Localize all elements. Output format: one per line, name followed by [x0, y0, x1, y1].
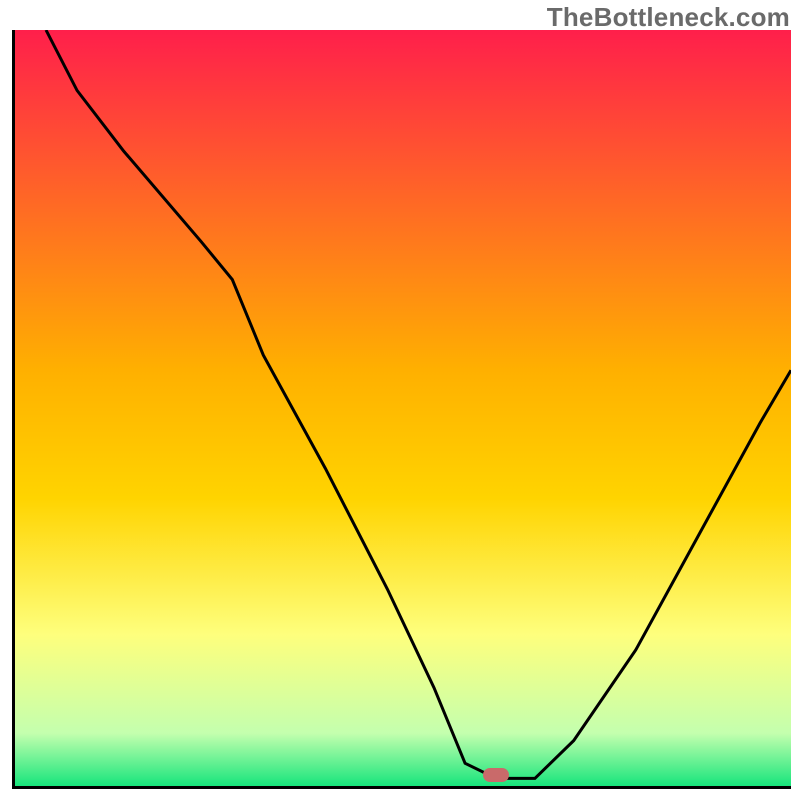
plot-area — [12, 30, 791, 789]
optimum-marker — [483, 768, 509, 782]
watermark-text: TheBottleneck.com — [547, 2, 790, 33]
chart-svg — [15, 30, 791, 786]
gradient-background — [15, 30, 791, 786]
chart-frame: TheBottleneck.com — [0, 0, 800, 800]
